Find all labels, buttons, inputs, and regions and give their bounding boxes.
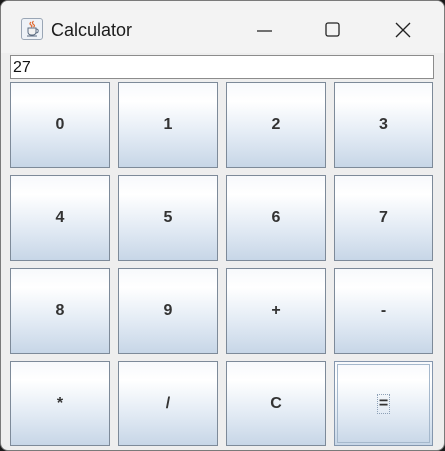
key-clear-button[interactable]: C (226, 361, 326, 446)
calculator-window: Calculator 27 0 1 2 3 4 5 6 7 8 9 + - * / C = (0, 0, 445, 451)
key-label: 9 (163, 302, 173, 319)
key-plus-button[interactable]: + (226, 268, 326, 354)
key-minus-button[interactable]: - (334, 268, 433, 354)
key-label: 3 (379, 116, 388, 133)
key-0-button[interactable]: 0 (10, 82, 110, 168)
title-bar: Calculator (1, 1, 444, 53)
key-label: / (165, 394, 171, 412)
key-label: 7 (379, 209, 388, 226)
key-3-button[interactable]: 3 (334, 82, 433, 168)
minimize-button[interactable] (230, 1, 300, 53)
key-4-button[interactable]: 4 (10, 175, 110, 261)
key-divide-button[interactable]: / (118, 361, 218, 446)
key-label: 1 (163, 116, 173, 133)
close-icon (395, 22, 411, 38)
key-multiply-button[interactable]: * (10, 361, 110, 446)
display-field[interactable]: 27 (10, 55, 434, 79)
key-1-button[interactable]: 1 (118, 82, 218, 168)
key-label: + (271, 302, 281, 319)
key-8-button[interactable]: 8 (10, 268, 110, 354)
key-label: 6 (271, 209, 281, 226)
minimize-icon (257, 30, 272, 32)
key-label: 2 (271, 116, 281, 133)
key-label: 0 (55, 116, 65, 133)
java-cup-icon (21, 18, 43, 40)
key-6-button[interactable]: 6 (226, 175, 326, 261)
maximize-button[interactable] (297, 1, 367, 53)
key-label: 5 (163, 209, 173, 226)
key-9-button[interactable]: 9 (118, 268, 218, 354)
close-button[interactable] (369, 1, 439, 53)
key-label: * (56, 394, 64, 412)
key-label: = (376, 393, 391, 414)
key-label: - (380, 302, 387, 319)
key-label: 8 (55, 302, 65, 319)
key-2-button[interactable]: 2 (226, 82, 326, 168)
maximize-icon (325, 22, 340, 37)
key-equals-button[interactable]: = (334, 361, 433, 446)
key-7-button[interactable]: 7 (334, 175, 433, 261)
key-label: 4 (55, 209, 65, 226)
key-5-button[interactable]: 5 (118, 175, 218, 261)
key-label: C (270, 394, 282, 412)
window-title: Calculator (51, 20, 133, 40)
